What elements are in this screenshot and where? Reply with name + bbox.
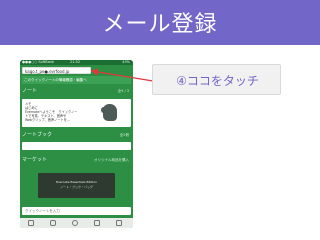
instruction-callout: ④ココをタッチ [152,64,281,95]
pointer-arrow [90,68,154,82]
callout-text: ④ココをタッチ [176,74,259,88]
